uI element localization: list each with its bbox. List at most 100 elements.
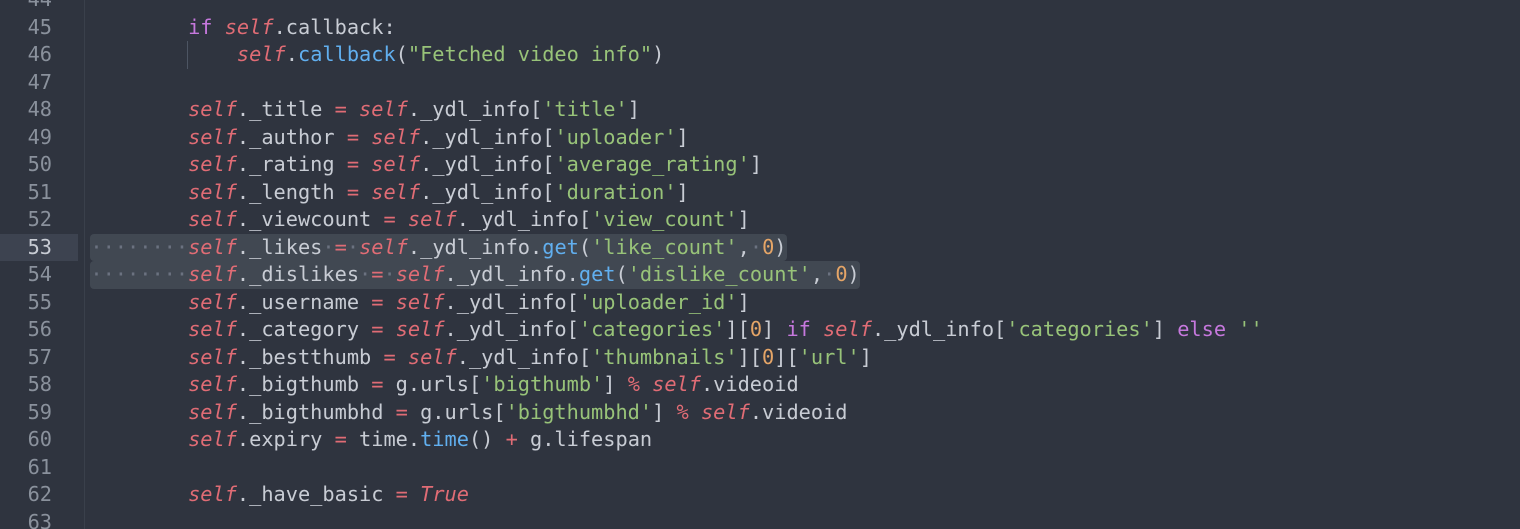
line-number: 60 bbox=[27, 427, 52, 452]
code-token: ._ydl_info[ bbox=[444, 317, 579, 342]
code-line[interactable]: self._title = self._ydl_info['title'] bbox=[84, 96, 1520, 124]
code-token: ._ydl_info[ bbox=[420, 124, 555, 149]
code-token: . bbox=[285, 42, 298, 67]
code-line[interactable]: self._bigthumb = g.urls['bigthumb'] % se… bbox=[84, 371, 1520, 399]
code-token: 0 bbox=[749, 317, 763, 342]
code-token: .expiry bbox=[236, 427, 335, 452]
code-token: self bbox=[188, 124, 237, 149]
code-line[interactable] bbox=[84, 69, 1520, 97]
code-token: = bbox=[334, 427, 347, 452]
line-number: 56 bbox=[27, 317, 52, 342]
code-token: self bbox=[359, 234, 408, 259]
code-token: ] bbox=[737, 207, 750, 232]
line-number: 57 bbox=[27, 344, 52, 369]
code-token: 0 bbox=[835, 262, 848, 287]
code-token: self bbox=[236, 42, 286, 67]
code-token: = bbox=[383, 207, 396, 232]
code-line[interactable] bbox=[84, 509, 1520, 529]
code-token: 'average_rating' bbox=[554, 152, 750, 177]
code-token: ._likes bbox=[236, 234, 323, 259]
code-token: self bbox=[407, 344, 457, 369]
code-line[interactable]: self._bigthumbhd = g.urls['bigthumbhd'] … bbox=[84, 399, 1520, 427]
code-token: self bbox=[188, 97, 237, 122]
selected-code-line[interactable]: ········self._likes·=·self._ydl_info.get… bbox=[84, 233, 1520, 262]
code-token: = bbox=[371, 289, 384, 314]
code-token: ] bbox=[627, 97, 640, 122]
code-line[interactable]: self.callback("Fetched video info") bbox=[84, 41, 1520, 69]
line-content: self._bigthumb = g.urls['bigthumb'] % se… bbox=[90, 372, 799, 397]
code-token: time bbox=[420, 427, 469, 452]
code-token: ._length bbox=[236, 179, 347, 204]
code-token: 'dislike_count' bbox=[627, 262, 811, 287]
line-number-gutter[interactable]: 4445 4647 4849 5051 52535455 5657 5859 6061 6263 bbox=[0, 0, 84, 529]
code-token: else bbox=[1177, 317, 1227, 342]
code-line[interactable]: self._author = self._ydl_info['uploader'… bbox=[84, 124, 1520, 152]
code-token: self bbox=[188, 207, 237, 232]
code-token: self bbox=[371, 152, 421, 177]
code-line[interactable]: self._username = self._ydl_info['uploade… bbox=[84, 289, 1520, 317]
code-token: ._ydl_info[ bbox=[871, 317, 1007, 342]
code-token: % bbox=[676, 399, 689, 424]
code-token: ._have_basic bbox=[236, 482, 396, 507]
code-token: self bbox=[188, 482, 237, 507]
code-line[interactable]: self._bestthumb = self._ydl_info['thumbn… bbox=[84, 344, 1520, 372]
code-token: · bbox=[359, 262, 372, 287]
line-content: self._author = self._ydl_info['uploader'… bbox=[90, 124, 689, 149]
code-line[interactable]: self._rating = self._ydl_info['average_r… bbox=[84, 151, 1520, 179]
code-line[interactable]: self._category = self._ydl_info['categor… bbox=[84, 316, 1520, 344]
code-line[interactable]: self._have_basic = True bbox=[84, 481, 1520, 509]
code-token: .videoid bbox=[700, 372, 799, 397]
code-token: 'title' bbox=[542, 97, 628, 122]
line-content: self._viewcount = self._ydl_info['view_c… bbox=[90, 207, 750, 232]
code-line[interactable] bbox=[84, 454, 1520, 482]
code-token: ] bbox=[676, 179, 689, 204]
code-line[interactable]: if self.callback: bbox=[84, 14, 1520, 42]
code-token: self bbox=[395, 262, 445, 287]
code-token: ._category bbox=[236, 317, 372, 342]
code-token: 'bigthumbhd' bbox=[505, 399, 653, 424]
code-token: = bbox=[334, 97, 347, 122]
code-editor[interactable]: 4445 4647 4849 5051 52535455 5657 5859 6061 6263… bbox=[0, 0, 1520, 529]
code-token: if bbox=[188, 14, 213, 39]
code-token: callback bbox=[297, 42, 396, 67]
code-token: g.urls[ bbox=[383, 372, 482, 397]
code-token: ._dislikes bbox=[236, 262, 360, 287]
line-content: self._category = self._ydl_info['categor… bbox=[90, 317, 1263, 342]
code-token: ( bbox=[395, 42, 408, 67]
code-line[interactable]: self._length = self._ydl_info['duration'… bbox=[84, 179, 1520, 207]
code-token: = bbox=[346, 124, 360, 149]
code-token: ._bestthumb bbox=[236, 344, 384, 369]
code-token: self bbox=[823, 317, 872, 342]
code-token: = bbox=[395, 399, 408, 424]
code-token: ( bbox=[578, 234, 592, 259]
code-token: if bbox=[786, 317, 811, 342]
code-line[interactable]: self._viewcount = self._ydl_info['view_c… bbox=[84, 206, 1520, 234]
code-token: % bbox=[627, 372, 640, 397]
code-token: ._author bbox=[236, 124, 347, 149]
code-token: · bbox=[322, 234, 335, 259]
code-token: 'categories' bbox=[578, 317, 726, 342]
code-token: 'categories' bbox=[1006, 317, 1153, 342]
line-content: self._bestthumb = self._ydl_info['thumbn… bbox=[90, 345, 872, 369]
code-token: ][ bbox=[737, 344, 763, 369]
code-token: self bbox=[188, 317, 237, 342]
code-token: ._ydl_info[ bbox=[420, 152, 555, 177]
code-token: 'url' bbox=[798, 344, 860, 369]
code-token: .callback: bbox=[273, 14, 396, 39]
code-token: ._rating bbox=[236, 152, 347, 177]
code-token: ._ydl_info[ bbox=[444, 289, 579, 314]
selected-code-line[interactable]: ········self._dislikes·=·self._ydl_info.… bbox=[84, 261, 1520, 289]
code-token: self bbox=[188, 262, 237, 287]
code-line[interactable]: self.expiry = time.time() + g.lifespan bbox=[84, 426, 1520, 454]
code-token: ][ bbox=[725, 317, 750, 342]
line-content: self._length = self._ydl_info['duration'… bbox=[90, 179, 689, 204]
